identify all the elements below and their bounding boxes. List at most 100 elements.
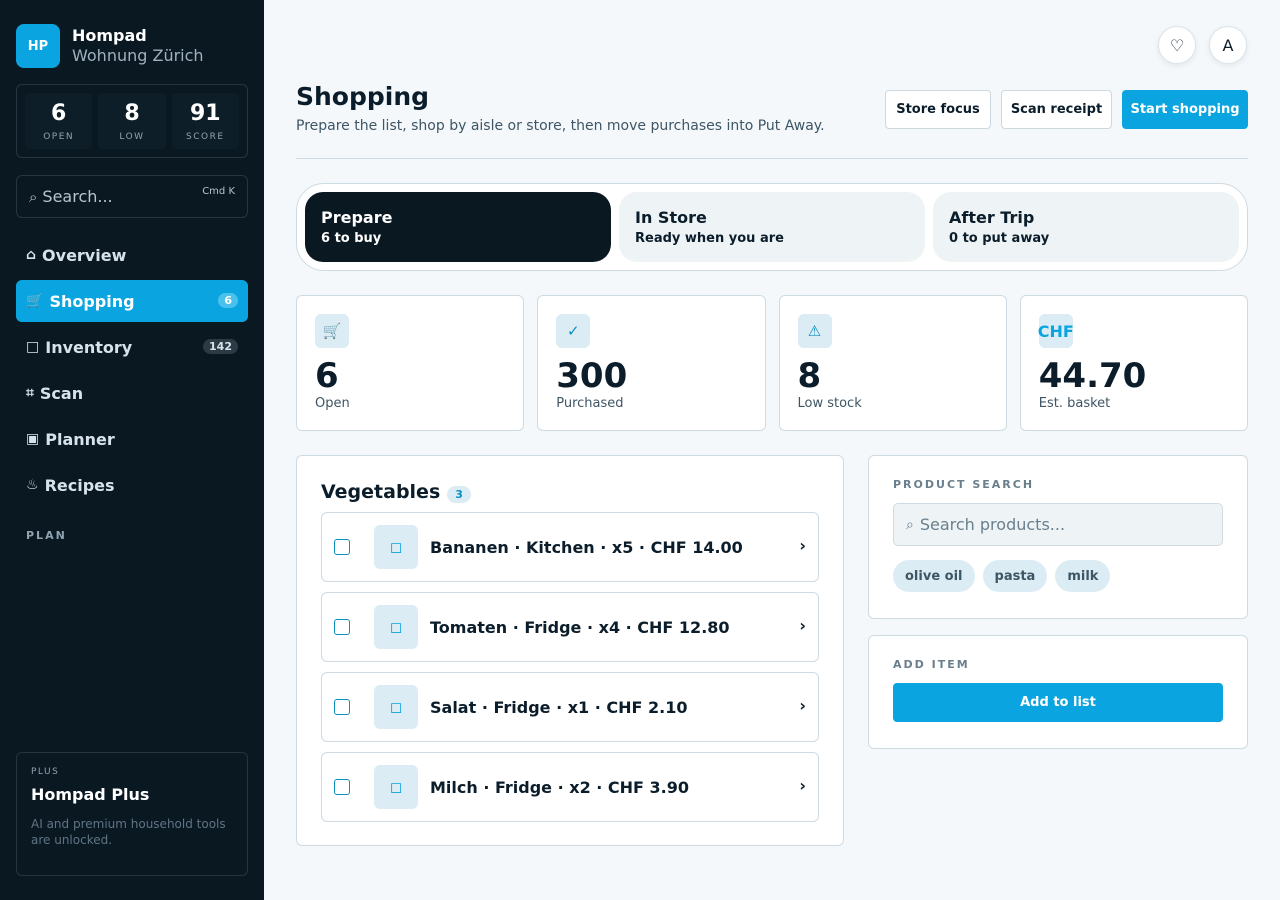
list-item[interactable]: ◻ Milch · Fridge · x2 · CHF 3.90 ›	[321, 752, 819, 822]
home-icon: ⌂	[26, 247, 37, 263]
chevron-right-icon: ›	[799, 696, 806, 715]
kpi-value: 6	[315, 356, 339, 396]
tab-prepare[interactable]: Prepare 6 to buy	[305, 192, 611, 262]
sidebar-item-inventory[interactable]: □ Inventory 142	[16, 326, 248, 368]
sidebar-item-label: Scan	[39, 383, 84, 403]
store-focus-button[interactable]: Store focus	[885, 90, 991, 129]
plus-description: AI and premium household tools are unloc…	[31, 817, 226, 847]
item-checkbox[interactable]	[334, 779, 350, 795]
product-icon: ◻	[374, 685, 418, 729]
warning-icon: ⚠	[797, 314, 832, 348]
product-icon: ◻	[374, 605, 418, 649]
stat-score: 91 SCORE	[171, 93, 239, 149]
kpi-open: 🛒 6 Open	[296, 295, 525, 431]
stat-label: OPEN	[43, 132, 75, 142]
shortcut-hint: Cmd K	[202, 186, 235, 197]
list-item[interactable]: ◻ Salat · Fridge · x1 · CHF 2.10 ›	[321, 672, 819, 742]
household-name: Wohnung Zürich	[72, 46, 204, 65]
search-placeholder: Search...	[42, 187, 113, 206]
kpi-label: Low stock	[797, 396, 862, 411]
sidebar-item-shopping[interactable]: 🛒 Shopping 6	[16, 280, 248, 322]
avatar-initial: A	[1222, 35, 1234, 55]
tab-title: After Trip	[949, 208, 1035, 227]
stat-value: 91	[190, 101, 221, 126]
kpi-purchased: ✓ 300 Purchased	[537, 295, 766, 431]
chip-milk[interactable]: milk	[1055, 560, 1111, 592]
list-item[interactable]: ◻ Tomaten · Fridge · x4 · CHF 12.80 ›	[321, 592, 819, 662]
stat-label: SCORE	[186, 132, 225, 142]
category-count-badge: 3	[447, 485, 471, 503]
kpi-row: 🛒 6 Open ✓ 300 Purchased ⚠ 8 Low stock C…	[296, 295, 1248, 431]
item-checkbox[interactable]	[334, 699, 350, 715]
kpi-label: Open	[315, 396, 350, 411]
kpi-value: 44.70	[1038, 356, 1147, 396]
start-shopping-button[interactable]: Start shopping	[1122, 90, 1248, 129]
phase-tabs: Prepare 6 to buy In Store Ready when you…	[296, 183, 1248, 271]
stat-low: 8 LOW	[98, 93, 166, 149]
product-icon: ◻	[374, 765, 418, 809]
item-label: Bananen · Kitchen · x5 · CHF 14.00	[430, 537, 743, 557]
cart-icon: 🛒	[26, 293, 44, 309]
tab-subtitle: 6 to buy	[321, 231, 382, 246]
sidebar-item-planner[interactable]: ▣ Planner	[16, 418, 248, 460]
stat-label: LOW	[119, 132, 145, 142]
item-checkbox[interactable]	[334, 619, 350, 635]
sidebar-item-label: Shopping	[49, 291, 135, 311]
shopping-list-card: Vegetables 3 ◻ Bananen · Kitchen · x5 · …	[296, 455, 844, 846]
sidebar-stats: 6 OPEN 8 LOW 91 SCORE	[16, 84, 248, 158]
item-label: Milch · Fridge · x2 · CHF 3.90	[430, 777, 690, 797]
brand[interactable]: HP Hompad Wohnung Zürich	[16, 24, 204, 68]
tab-after-trip[interactable]: After Trip 0 to put away	[933, 192, 1239, 262]
product-search-card: PRODUCT SEARCH ⌕ Search products... oliv…	[868, 455, 1248, 619]
kpi-label: Purchased	[556, 396, 624, 411]
suggestion-chips: olive oil pasta milk	[893, 560, 1223, 592]
add-item-kicker: ADD ITEM	[893, 658, 970, 671]
category-title: Vegetables	[321, 481, 441, 503]
product-search-input[interactable]: ⌕ Search products...	[893, 503, 1223, 546]
plus-kicker: PLUS	[31, 767, 60, 777]
stat-value: 6	[51, 101, 67, 126]
tab-subtitle: 0 to put away	[949, 231, 1050, 246]
favorite-button[interactable]: ♡	[1158, 26, 1196, 64]
list-item[interactable]: ◻ Bananen · Kitchen · x5 · CHF 14.00 ›	[321, 512, 819, 582]
sidebar: HP Hompad Wohnung Zürich 6 OPEN 8 LOW 91…	[0, 0, 264, 900]
plus-card[interactable]: PLUS Hompad Plus AI and premium househol…	[16, 752, 248, 876]
sidebar-item-recipes[interactable]: ♨ Recipes	[16, 464, 248, 506]
count-badge: 142	[203, 339, 238, 354]
add-to-list-button[interactable]: Add to list	[893, 683, 1223, 722]
check-icon: ✓	[556, 314, 591, 348]
kpi-low-stock: ⚠ 8 Low stock	[778, 295, 1007, 431]
currency-icon: CHF	[1038, 314, 1074, 348]
stat-open: 6 OPEN	[25, 93, 93, 149]
search-placeholder: Search products...	[919, 515, 1066, 534]
tab-title: Prepare	[321, 208, 393, 227]
item-checkbox[interactable]	[334, 539, 350, 555]
search-icon: ⌕	[29, 187, 38, 206]
chevron-right-icon: ›	[799, 776, 806, 795]
page-title: Shopping	[296, 82, 430, 111]
header-divider	[296, 158, 1248, 159]
chip-olive-oil[interactable]: olive oil	[893, 560, 975, 592]
sidebar-item-overview[interactable]: ⌂ Overview	[16, 234, 248, 276]
kpi-value: 8	[797, 356, 822, 396]
kpi-label: Est. basket	[1038, 396, 1111, 411]
sidebar-search-input[interactable]: ⌕ Search... Cmd K	[16, 175, 248, 218]
avatar[interactable]: A	[1209, 26, 1247, 64]
sidebar-item-label: Planner	[45, 429, 115, 449]
sidebar-item-label: Inventory	[45, 337, 133, 357]
sidebar-nav: ⌂ Overview 🛒 Shopping 6 □ Inventory 142 …	[16, 234, 248, 510]
hot-dish-icon: ♨	[26, 477, 39, 493]
kpi-value: 300	[556, 356, 628, 396]
chevron-right-icon: ›	[799, 536, 806, 555]
product-icon: ◻	[374, 525, 418, 569]
sidebar-item-scan[interactable]: ⌗ Scan	[16, 372, 248, 414]
chip-pasta[interactable]: pasta	[982, 560, 1048, 592]
brand-name: Hompad	[72, 26, 147, 45]
kpi-basket: CHF 44.70 Est. basket	[1019, 295, 1248, 431]
item-label: Tomaten · Fridge · x4 · CHF 12.80	[430, 617, 730, 637]
chevron-right-icon: ›	[799, 616, 806, 635]
heart-icon: ♡	[1169, 35, 1185, 55]
scan-receipt-button[interactable]: Scan receipt	[1001, 90, 1112, 129]
tab-in-store[interactable]: In Store Ready when you are	[619, 192, 925, 262]
nav-section-label: PLAN	[26, 529, 67, 542]
